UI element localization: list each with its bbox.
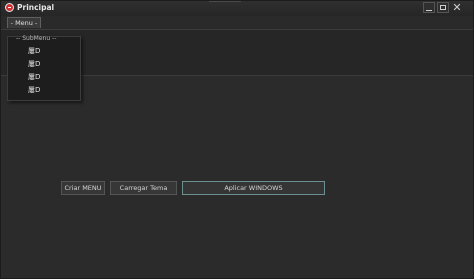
submenu-header: -- SubMenu -- <box>16 35 57 42</box>
carregar-tema-button[interactable]: Carregar Tema <box>110 181 177 195</box>
maximize-icon <box>440 5 446 10</box>
window-title: Principal <box>17 3 55 12</box>
maximize-button[interactable] <box>437 2 449 13</box>
submenu-item[interactable]: 屢D <box>28 46 40 57</box>
close-button[interactable]: ✕ <box>451 2 463 13</box>
drag-handle[interactable] <box>209 0 241 2</box>
app-logo-icon <box>5 3 14 12</box>
menu-bar: - Menu - <box>1 16 473 30</box>
submenu-dropdown: -- SubMenu -- 屢D 屢D 屢D 屢D <box>7 35 81 101</box>
minimize-button[interactable] <box>423 2 435 13</box>
criar-menu-button[interactable]: Criar MENU <box>61 181 105 195</box>
menu-button[interactable]: - Menu - <box>7 17 41 28</box>
aplicar-windows-button[interactable]: Aplicar WINDOWS <box>182 181 325 195</box>
submenu-item[interactable]: 屢D <box>28 85 40 96</box>
submenu-item[interactable]: 屢D <box>28 59 40 70</box>
close-icon: ✕ <box>452 1 462 14</box>
minimize-icon <box>426 10 432 11</box>
title-bar[interactable]: Principal ✕ <box>0 0 474 17</box>
submenu-item[interactable]: 屢D <box>28 72 40 83</box>
